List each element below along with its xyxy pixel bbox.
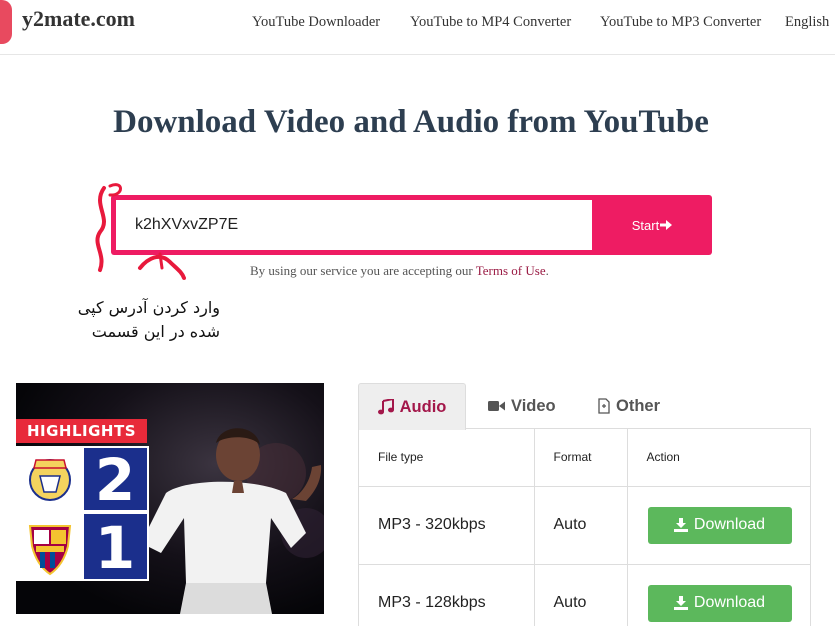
download-button[interactable]: Download: [647, 584, 792, 622]
language-selector[interactable]: English: [785, 14, 829, 31]
url-input[interactable]: [116, 200, 592, 250]
file-type-cell: MP3 - 320kbps: [359, 486, 535, 565]
col-file-type: File type: [359, 428, 535, 487]
svg-text:1: 1: [95, 514, 135, 581]
format-cell: Auto: [534, 564, 628, 626]
tab-audio[interactable]: Audio: [358, 383, 466, 430]
table-header-row: File type Format Action: [359, 428, 810, 487]
col-action: Action: [627, 428, 810, 487]
file-type-cell: MP3 - 128kbps: [359, 564, 535, 626]
download-button-label: Download: [693, 594, 766, 611]
annotation-note: وارد کردن آدرس کپی شده در این قسمت: [77, 298, 220, 341]
table-row: MP3 - 128kbps Auto Download: [359, 564, 810, 626]
arrow-right-icon: [660, 220, 673, 230]
action-cell: Download: [627, 564, 810, 626]
format-cell: Auto: [534, 486, 628, 565]
download-button[interactable]: Download: [647, 506, 792, 544]
nav-youtube-to-mp3[interactable]: YouTube to MP3 Converter: [600, 14, 761, 31]
download-button-label: Download: [693, 516, 766, 533]
logo-text[interactable]: y2mate.com: [22, 6, 135, 32]
tab-other-label: Other: [616, 396, 661, 415]
download-icon: [673, 596, 688, 610]
tab-audio-label: Audio: [399, 397, 447, 416]
table-row: MP3 - 320kbps Auto Download: [359, 486, 810, 565]
tab-video-label: Video: [511, 396, 556, 415]
start-button-label: Start: [631, 217, 660, 233]
nav-youtube-to-mp4[interactable]: YouTube to MP4 Converter: [410, 14, 571, 31]
search-form: Start: [111, 195, 712, 255]
video-camera-icon: [488, 401, 505, 411]
highlights-label: HIGHLIGHTS: [16, 419, 147, 443]
video-thumbnail[interactable]: HIGHLIGHTS 2 1: [16, 383, 324, 614]
tab-other[interactable]: Other: [598, 383, 660, 429]
action-cell: Download: [627, 486, 810, 565]
page-title: Download Video and Audio from YouTube: [113, 104, 709, 140]
download-icon: [673, 518, 688, 532]
download-table: File type Format Action MP3 - 320kbps Au…: [358, 428, 811, 626]
music-note-icon: [377, 399, 394, 415]
logo-icon[interactable]: [0, 0, 12, 44]
score-panel: 2 1: [16, 446, 149, 581]
col-format: Format: [534, 428, 628, 487]
tab-video[interactable]: Video: [488, 383, 556, 429]
terms-notice: By using our service you are accepting o…: [250, 263, 549, 278]
svg-text:2: 2: [95, 446, 135, 514]
file-icon: [598, 398, 610, 414]
terms-of-use-link[interactable]: Terms of Use: [476, 263, 546, 278]
format-tabs: Audio Video Other: [358, 383, 811, 430]
site-header: y2mate.com YouTube Downloader YouTube to…: [0, 0, 835, 55]
nav-youtube-downloader[interactable]: YouTube Downloader: [252, 14, 380, 31]
start-button[interactable]: Start: [592, 195, 712, 255]
